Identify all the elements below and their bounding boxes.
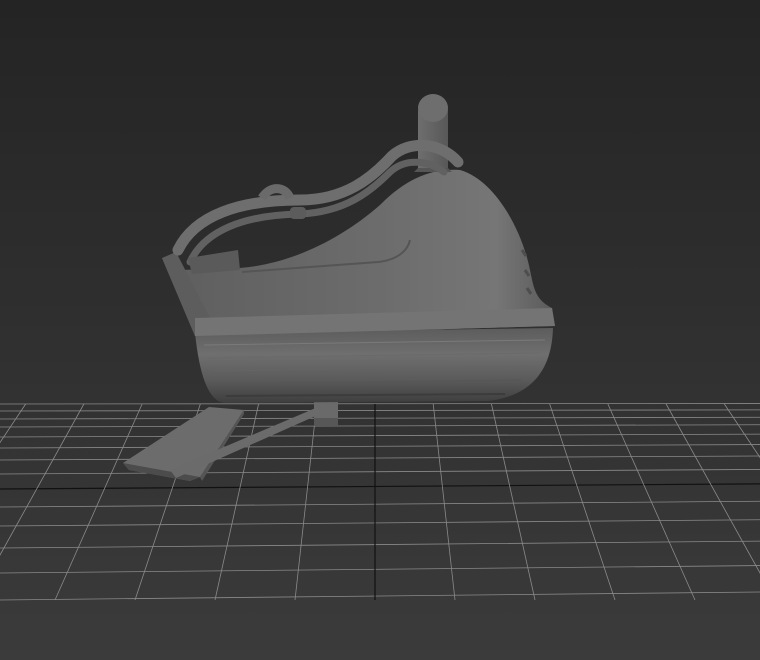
iron-hull [195,328,553,403]
3d-viewport[interactable] [0,0,760,660]
viewport-scene[interactable] [0,0,760,660]
